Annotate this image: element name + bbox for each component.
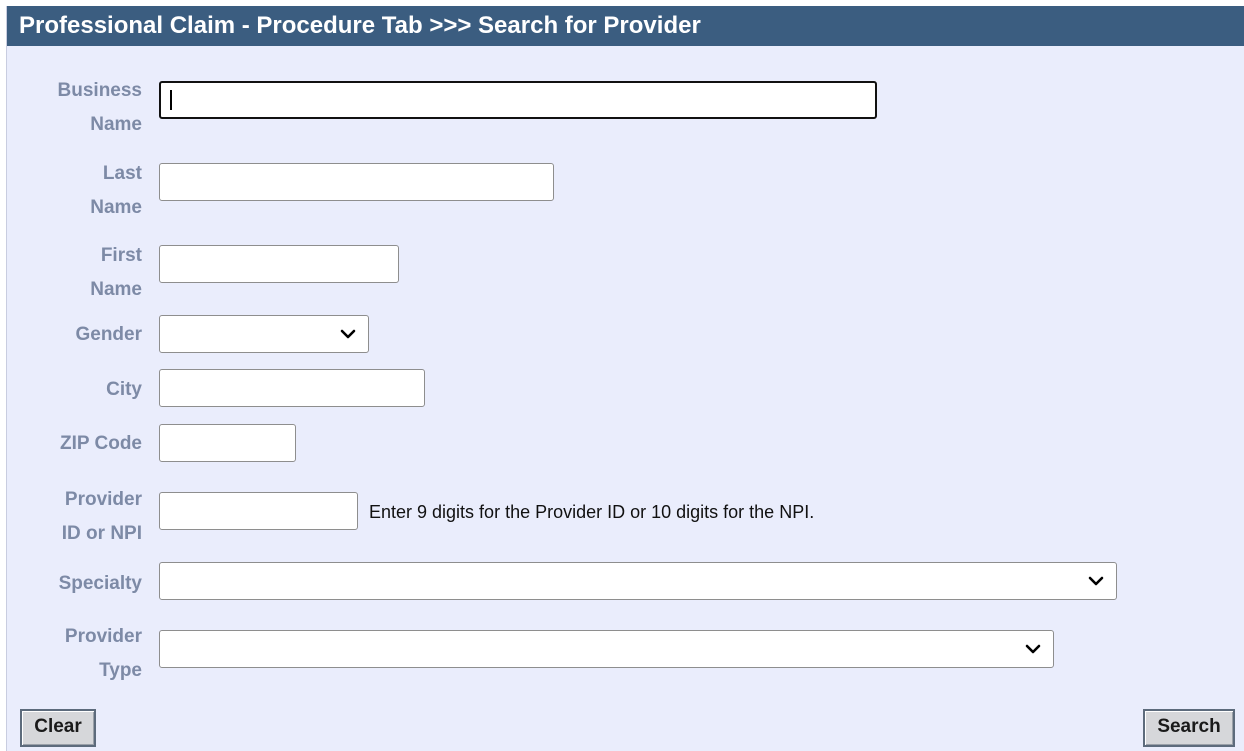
first-name-input[interactable] [159, 245, 399, 283]
business-name-label-line2: Name [90, 114, 142, 135]
first-name-label-line2: Name [90, 279, 142, 300]
gender-select[interactable] [159, 315, 369, 353]
last-name-input[interactable] [159, 163, 554, 201]
city-label: City [106, 379, 142, 400]
chevron-down-icon [1088, 576, 1104, 586]
provider-id-label-line2: ID or NPI [61, 523, 142, 544]
last-name-label: Last Name [90, 157, 142, 225]
provider-search-panel: Professional Claim - Procedure Tab >>> S… [6, 6, 1244, 751]
first-name-label: First Name [90, 239, 142, 307]
specialty-select[interactable] [159, 562, 1117, 600]
city-input[interactable] [159, 369, 425, 407]
business-name-input[interactable] [159, 81, 877, 119]
business-name-label: Business Name [58, 74, 142, 142]
text-caret [170, 90, 172, 110]
chevron-down-icon [340, 329, 356, 339]
specialty-label: Specialty [58, 573, 142, 594]
page-title: Professional Claim - Procedure Tab >>> S… [7, 6, 1244, 46]
search-button[interactable]: Search [1143, 709, 1235, 747]
last-name-label-line2: Name [90, 197, 142, 218]
chevron-down-icon [1025, 644, 1041, 654]
provider-id-label: Provider ID or NPI [62, 483, 142, 551]
provider-type-label-line2: Type [99, 660, 142, 681]
first-name-label-line1: First [100, 245, 142, 266]
gender-label: Gender [75, 324, 142, 345]
provider-id-label-line1: Provider [64, 489, 142, 510]
provider-type-label-line1: Provider [64, 626, 142, 647]
last-name-label-line1: Last [102, 163, 142, 184]
provider-id-hint: Enter 9 digits for the Provider ID or 10… [369, 502, 815, 522]
provider-type-label: Provider Type [65, 620, 142, 688]
provider-id-input[interactable] [159, 492, 358, 530]
zip-code-label: ZIP Code [60, 433, 142, 454]
business-name-label-line1: Business [57, 80, 142, 101]
zip-code-input[interactable] [159, 424, 296, 462]
clear-button[interactable]: Clear [20, 709, 96, 747]
provider-type-select[interactable] [159, 630, 1054, 668]
